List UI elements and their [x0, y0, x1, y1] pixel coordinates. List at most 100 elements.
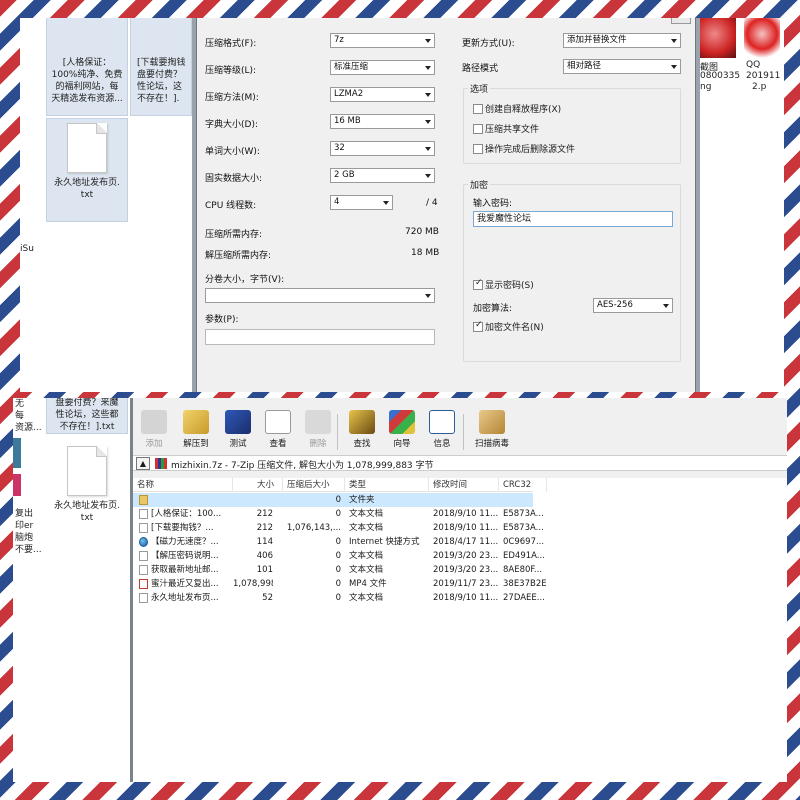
- image-thumbnail[interactable]: [744, 18, 780, 58]
- cell-name: 【解压密码说明...: [151, 551, 219, 561]
- encryption-method-select[interactable]: AES-256: [593, 298, 673, 313]
- file-list: 名称 大小 压缩后大小 类型 修改时间 CRC32 0 文件夹 [人格保证：100.…: [133, 478, 787, 782]
- add-button[interactable]: 添加: [135, 410, 173, 449]
- desktop-right-area: 截图 QQ 0800335 201911 ng 2.p: [700, 18, 784, 392]
- path-mode-select[interactable]: 相对路径: [563, 59, 681, 74]
- compress-memory-label: 压缩所需内存:: [205, 230, 263, 240]
- cell-type: 文件夹: [349, 495, 375, 505]
- column-packed-size[interactable]: 压缩后大小: [283, 478, 345, 492]
- cell-size: 114: [256, 537, 273, 547]
- edge-labels: 无 每 资源...: [15, 399, 42, 433]
- file-row[interactable]: 蜜汁最近又复出... 1,078,998,... 0 MP4 文件 2019/11/7 …: [133, 577, 547, 591]
- cpu-threads-select[interactable]: 4: [330, 195, 393, 210]
- compress-memory-value: 720 MB: [405, 227, 439, 237]
- delete-button[interactable]: 删除: [299, 410, 337, 449]
- cell-packed: 1,076,143,...: [286, 523, 341, 533]
- checkbox-box: [473, 320, 483, 332]
- cell-size: 212: [256, 509, 273, 519]
- cell-size: 406: [256, 551, 273, 561]
- volume-size-select[interactable]: [205, 288, 435, 303]
- desktop-file-1[interactable]: 盘要付费？来魔 性论坛，这些都 不存在！].txt: [46, 398, 128, 434]
- file-row[interactable]: [人格保证：100... 212 0 文本文档 2018/9/10 11... E5873…: [133, 507, 544, 521]
- thumbnail-label: QQ: [746, 60, 761, 70]
- image-thumbnail[interactable]: [700, 18, 736, 58]
- cell-type: 文本文档: [349, 565, 384, 575]
- wizard-button[interactable]: 向导: [383, 410, 421, 449]
- dictionary-select[interactable]: 16 MB: [330, 114, 435, 129]
- file-row[interactable]: 永久地址发布页... 52 0 文本文档 2018/9/10 11... 27DAEE..…: [133, 591, 545, 605]
- compression-dialog-screenshot: [人格保证： 100%纯净、免费 的福利网站，每 天精选发布资源... [下载要…: [20, 18, 784, 392]
- virus-scan-button[interactable]: 扫描病毒: [469, 410, 515, 449]
- solid-size-label: 固实数据大小:: [205, 174, 263, 184]
- cpu-threads-label: CPU 线程数:: [205, 201, 257, 211]
- cell-size: 101: [256, 565, 273, 575]
- text-file-icon: [139, 509, 148, 519]
- method-select[interactable]: LZMA2: [330, 87, 435, 102]
- compress-shared-checkbox[interactable]: 压缩共享文件: [473, 124, 539, 136]
- cell-name: [人格保证：100...: [151, 509, 222, 519]
- format-select[interactable]: 7z: [330, 33, 435, 48]
- checkbox-box: [473, 144, 483, 154]
- desktop-file-2[interactable]: 永久地址发布页. txt: [46, 442, 128, 534]
- thumbnail-strip: [13, 474, 21, 496]
- file-row[interactable]: 【解压密码说明... 406 0 文本文档 2019/3/20 23... ED491A.…: [133, 549, 545, 563]
- test-button[interactable]: 测试: [219, 410, 257, 449]
- file-row[interactable]: 0 文件夹: [133, 493, 533, 507]
- cell-type: MP4 文件: [349, 579, 387, 589]
- info-button[interactable]: 信息: [423, 410, 461, 449]
- video-file-icon: [139, 579, 148, 589]
- column-type[interactable]: 类型: [345, 478, 429, 492]
- chevron-down-icon: [425, 39, 431, 43]
- chevron-down-icon: [383, 201, 389, 205]
- cell-name: 【磁力无速度？...: [151, 537, 219, 547]
- encryption-title: 加密: [468, 178, 491, 191]
- update-mode-label: 更新方式(U):: [462, 39, 515, 49]
- solid-size-select[interactable]: 2 GB: [330, 168, 435, 183]
- cell-type: 文本文档: [349, 551, 384, 561]
- desktop-file-1-label: [人格保证： 100%纯净、免费 的福利网站，每 天精选发布资源...: [51, 58, 123, 104]
- cell-modified: 2018/4/17 11...: [433, 537, 499, 547]
- cell-crc: 38E37B2E: [503, 579, 547, 589]
- word-size-select[interactable]: 32: [330, 141, 435, 156]
- file-row[interactable]: 【磁力无速度？... 114 0 Internet 快捷方式 2018/4/17 11.…: [133, 535, 544, 549]
- cell-size: 212: [256, 523, 273, 533]
- cell-type: Internet 快捷方式: [349, 537, 420, 547]
- desktop-file-3[interactable]: 永久地址发布页. txt: [46, 118, 128, 222]
- desktop-file-2[interactable]: [下载要掏钱 盘要付费？ 性论坛，这 不存在！].: [130, 18, 192, 116]
- cell-crc: E5873A...: [503, 523, 544, 533]
- show-password-checkbox[interactable]: 显示密码(S): [473, 278, 534, 292]
- encrypt-filenames-checkbox[interactable]: 加密文件名(N): [473, 320, 544, 334]
- cell-packed: 0: [335, 565, 341, 575]
- delete-after-checkbox[interactable]: 操作完成后删除源文件: [473, 144, 575, 156]
- desktop-file-1[interactable]: [人格保证： 100%纯净、免费 的福利网站，每 天精选发布资源...: [46, 18, 128, 116]
- cell-packed: 0: [335, 509, 341, 519]
- cell-size: 1,078,998,...: [233, 579, 273, 589]
- cell-size: 52: [262, 593, 273, 603]
- extract-button[interactable]: 解压到: [177, 410, 215, 449]
- view-icon: [265, 410, 291, 434]
- password-input[interactable]: 我爱魔性论坛: [473, 211, 673, 227]
- column-size[interactable]: 大小: [233, 478, 283, 492]
- column-crc32[interactable]: CRC32: [499, 478, 547, 492]
- dialog-close-button[interactable]: [671, 18, 691, 24]
- view-button[interactable]: 查看: [259, 410, 297, 449]
- create-sfx-checkbox[interactable]: 创建自释放程序(X): [473, 104, 561, 116]
- thumbnail-label: ng: [700, 82, 712, 92]
- level-select[interactable]: 标准压缩: [330, 60, 435, 75]
- decompress-memory-value: 18 MB: [411, 248, 440, 258]
- chevron-down-icon: [425, 66, 431, 70]
- cell-name: 永久地址发布页...: [151, 593, 219, 603]
- up-folder-button[interactable]: ▲: [136, 457, 150, 470]
- thumbnail-label: 0800335: [700, 71, 741, 81]
- cell-crc: E5873A...: [503, 509, 544, 519]
- file-row[interactable]: [下载要掏钱？... 212 1,076,143,... 文本文档 2018/9/10 …: [133, 521, 544, 535]
- column-name[interactable]: 名称: [133, 478, 233, 492]
- parameters-input[interactable]: [205, 329, 435, 345]
- update-mode-select[interactable]: 添加并替换文件: [563, 33, 681, 48]
- file-row[interactable]: 获取最新地址邮... 101 0 文本文档 2019/3/20 23... 8AE80F.…: [133, 563, 542, 577]
- column-modified[interactable]: 修改时间: [429, 478, 499, 492]
- edge-labels: 复出 印er 脑炮 不要...: [15, 509, 42, 555]
- thumbnail-strip: [13, 438, 21, 468]
- parameters-label: 参数(P):: [205, 315, 239, 325]
- find-button[interactable]: 查找: [343, 410, 381, 449]
